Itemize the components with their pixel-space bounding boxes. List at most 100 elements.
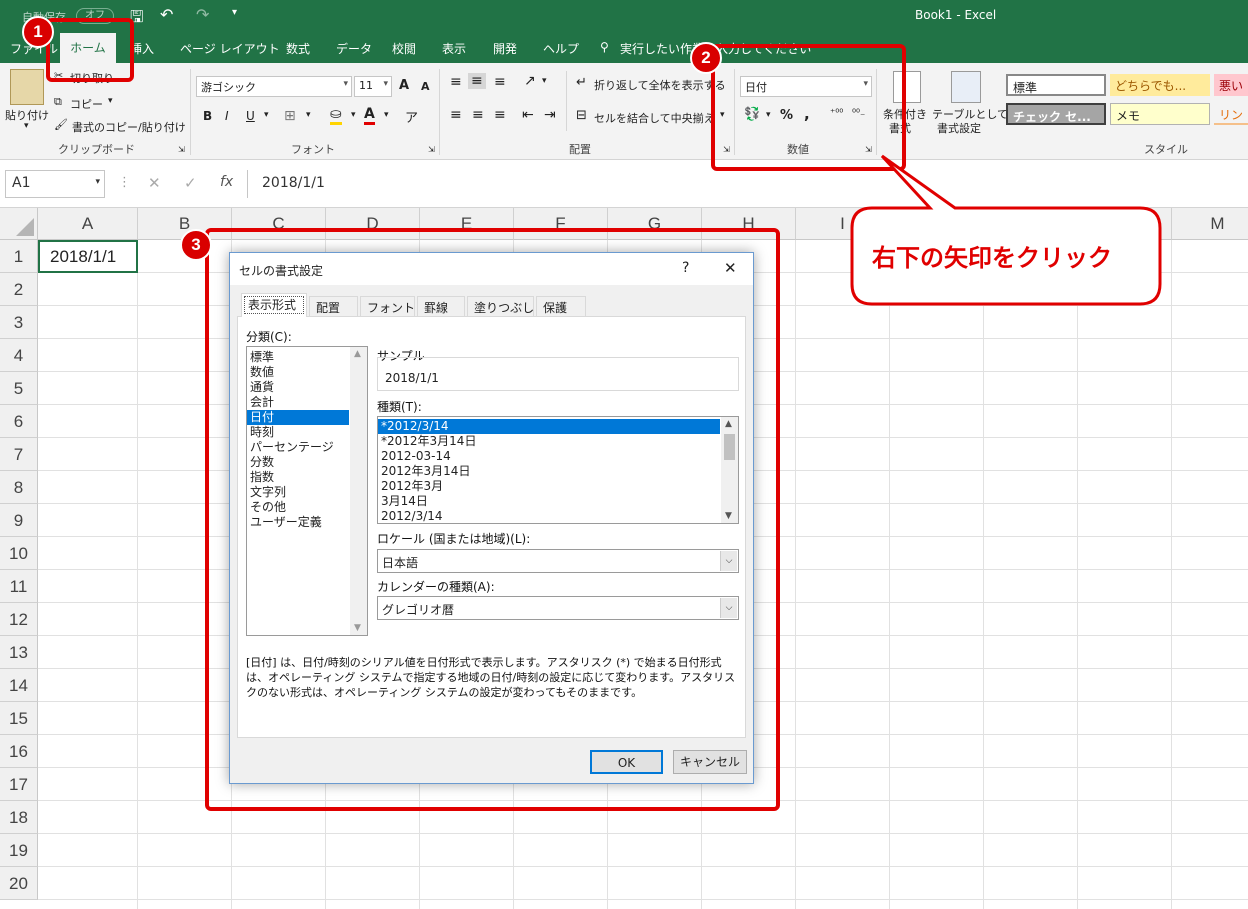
tab-number[interactable]: 表示形式 bbox=[241, 293, 307, 317]
paste-icon[interactable] bbox=[10, 69, 44, 105]
row-header[interactable]: 16 bbox=[0, 735, 38, 768]
search-icon[interactable]: ⚲ bbox=[600, 40, 609, 54]
redo-icon[interactable]: ↷ bbox=[196, 5, 209, 24]
more-options-icon[interactable]: ⋮ bbox=[118, 175, 131, 190]
underline-dropdown-icon[interactable]: ▾ bbox=[264, 110, 269, 120]
align-left-icon[interactable]: ≡ bbox=[450, 107, 462, 123]
row-header[interactable]: 15 bbox=[0, 702, 38, 735]
wrap-text-icon[interactable]: ↵ bbox=[576, 75, 587, 90]
fill-color-dropdown-icon[interactable]: ▾ bbox=[351, 110, 356, 120]
format-as-table-icon[interactable] bbox=[951, 71, 981, 103]
annotation-badge-3: 3 bbox=[180, 229, 212, 261]
callout-text: 右下の矢印をクリック bbox=[872, 244, 1112, 272]
style-neutral[interactable]: どちらでも... bbox=[1110, 74, 1210, 96]
align-right-icon[interactable]: ≡ bbox=[494, 107, 506, 123]
merge-center-icon[interactable]: ⊟ bbox=[576, 108, 587, 123]
column-header[interactable]: A bbox=[38, 208, 138, 240]
align-top-icon[interactable]: ≡ bbox=[450, 74, 462, 90]
row-header[interactable]: 14 bbox=[0, 669, 38, 702]
italic-button[interactable]: I bbox=[225, 109, 229, 123]
orientation-icon[interactable]: ↗ bbox=[524, 73, 536, 89]
row-header[interactable]: 1 bbox=[0, 240, 38, 273]
separator bbox=[190, 69, 191, 155]
active-cell-a1[interactable]: 2018/1/1 bbox=[38, 240, 138, 273]
window-title: Book1 - Excel bbox=[915, 8, 997, 22]
separator bbox=[566, 71, 567, 131]
name-box[interactable]: A1 ▾ bbox=[5, 170, 105, 198]
tab-help[interactable]: ヘルプ bbox=[543, 40, 579, 57]
style-check-cell[interactable]: チェック セ... bbox=[1006, 103, 1106, 125]
style-note[interactable]: メモ bbox=[1110, 103, 1210, 125]
customize-qat-icon[interactable]: ▾ bbox=[232, 7, 237, 18]
row-header[interactable]: 19 bbox=[0, 834, 38, 867]
row-header[interactable]: 4 bbox=[0, 339, 38, 372]
row-header[interactable]: 2 bbox=[0, 273, 38, 306]
callout-shape bbox=[850, 154, 1162, 306]
confirm-edit-icon[interactable]: ✓ bbox=[184, 174, 197, 192]
font-color-dropdown-icon[interactable]: ▾ bbox=[384, 110, 389, 120]
tab-developer[interactable]: 開発 bbox=[493, 40, 517, 57]
grid-line bbox=[795, 240, 796, 909]
row-header[interactable]: 8 bbox=[0, 471, 38, 504]
row-header[interactable]: 6 bbox=[0, 405, 38, 438]
font-name-combo[interactable]: 游ゴシック ▾ bbox=[196, 76, 352, 97]
copy-button[interactable]: コピー bbox=[70, 96, 103, 112]
grid-line bbox=[1171, 240, 1172, 909]
chevron-down-icon: ▾ bbox=[95, 177, 100, 187]
format-painter-button[interactable]: 書式のコピー/貼り付け bbox=[72, 119, 186, 135]
separator bbox=[439, 69, 440, 155]
font-launcher-icon[interactable]: ⇲ bbox=[428, 145, 435, 154]
select-all-corner[interactable] bbox=[0, 208, 38, 240]
font-color-icon[interactable]: A bbox=[364, 106, 375, 125]
copy-dropdown-icon[interactable]: ▾ bbox=[108, 96, 113, 106]
row-header[interactable]: 12 bbox=[0, 603, 38, 636]
row-header[interactable]: 17 bbox=[0, 768, 38, 801]
increase-indent-icon[interactable]: ⇥ bbox=[544, 107, 556, 123]
font-size-combo[interactable]: 11 ▾ bbox=[354, 76, 392, 97]
row-header[interactable]: 7 bbox=[0, 438, 38, 471]
style-normal[interactable]: 標準 bbox=[1006, 74, 1106, 96]
row-header[interactable]: 20 bbox=[0, 867, 38, 900]
tab-review[interactable]: 校閲 bbox=[392, 40, 416, 57]
column-header[interactable]: M bbox=[1172, 208, 1248, 240]
shrink-font-button[interactable]: A bbox=[421, 80, 430, 93]
undo-icon[interactable]: ↶ bbox=[160, 5, 173, 24]
merge-center-button[interactable]: セルを結合して中央揃え bbox=[594, 110, 715, 126]
tab-view[interactable]: 表示 bbox=[442, 40, 466, 57]
style-link[interactable]: リン bbox=[1214, 103, 1248, 125]
format-as-table-label-2[interactable]: 書式設定 bbox=[937, 120, 981, 136]
align-center-icon[interactable]: ≡ bbox=[472, 107, 484, 123]
row-header[interactable]: 11 bbox=[0, 570, 38, 603]
bold-button[interactable]: B bbox=[203, 109, 212, 123]
chevron-down-icon: ▾ bbox=[343, 79, 348, 89]
cancel-edit-icon[interactable]: ✕ bbox=[148, 174, 161, 192]
clipboard-launcher-icon[interactable]: ⇲ bbox=[178, 145, 185, 154]
row-header[interactable]: 13 bbox=[0, 636, 38, 669]
phonetic-icon[interactable]: ア bbox=[405, 107, 418, 126]
borders-dropdown-icon[interactable]: ▾ bbox=[306, 110, 311, 120]
tab-formulas[interactable]: 数式 bbox=[286, 40, 310, 57]
row-header[interactable]: 3 bbox=[0, 306, 38, 339]
underline-button[interactable]: U bbox=[246, 109, 255, 123]
row-header[interactable]: 9 bbox=[0, 504, 38, 537]
fill-color-icon[interactable]: ⛀ bbox=[330, 106, 342, 125]
decrease-indent-icon[interactable]: ⇤ bbox=[522, 107, 534, 123]
format-painter-icon[interactable]: 🖌 bbox=[54, 118, 68, 131]
paste-dropdown-icon[interactable]: ▾ bbox=[24, 121, 29, 131]
align-middle-icon[interactable]: ≡ bbox=[468, 73, 486, 89]
copy-icon[interactable]: ⧉ bbox=[54, 95, 62, 109]
grid-line bbox=[1077, 240, 1078, 909]
orientation-dropdown-icon[interactable]: ▾ bbox=[542, 76, 547, 86]
insert-function-icon[interactable]: fx bbox=[220, 174, 233, 190]
row-header[interactable]: 10 bbox=[0, 537, 38, 570]
row-header[interactable]: 18 bbox=[0, 801, 38, 834]
ribbon-home: 貼り付け ▾ ✂ 切り取り ⧉ コピー ▾ 🖌 書式のコピー/貼り付け クリップ… bbox=[0, 63, 1248, 160]
borders-icon[interactable]: ⊞ bbox=[284, 108, 296, 124]
align-bottom-icon[interactable]: ≡ bbox=[494, 74, 506, 90]
wrap-text-button[interactable]: 折り返して全体を表示する bbox=[594, 77, 726, 93]
style-bad[interactable]: 悪い bbox=[1214, 74, 1248, 96]
tab-page-layout[interactable]: ページ レイアウト bbox=[180, 40, 280, 57]
tab-data[interactable]: データ bbox=[336, 40, 372, 57]
grow-font-button[interactable]: A bbox=[399, 78, 409, 93]
row-header[interactable]: 5 bbox=[0, 372, 38, 405]
